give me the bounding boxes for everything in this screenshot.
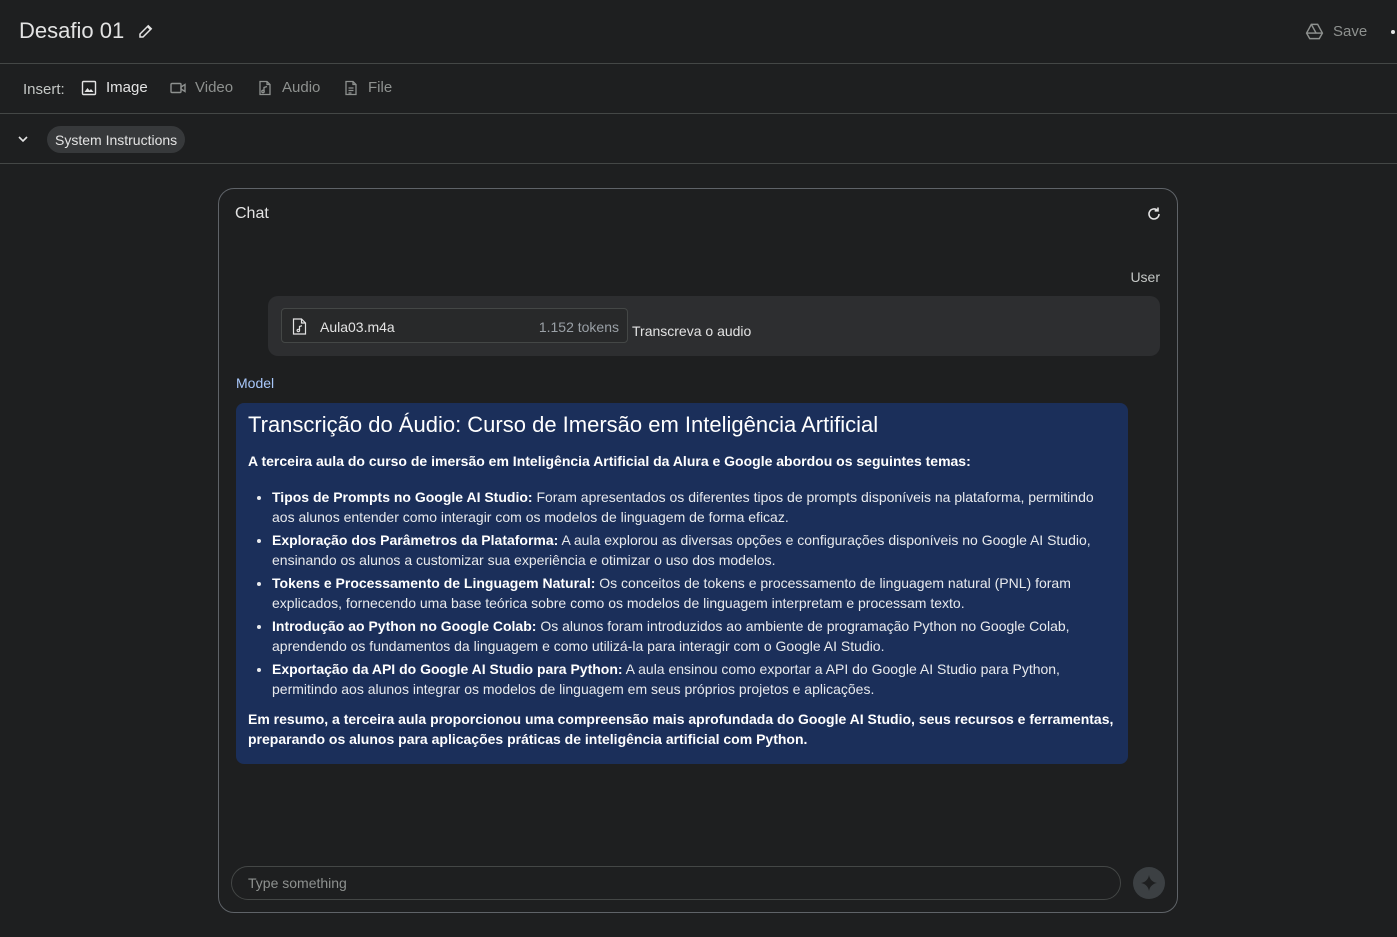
- response-intro: A terceira aula do curso de imersão em I…: [248, 453, 971, 469]
- chevron-down-icon[interactable]: [15, 131, 31, 147]
- insert-label: Insert:: [23, 81, 65, 98]
- model-response: Transcrição do Áudio: Curso de Imersão e…: [236, 403, 1128, 764]
- chat-input[interactable]: [231, 866, 1121, 900]
- save-button[interactable]: Save: [1305, 22, 1367, 41]
- list-item: Exploração dos Parâmetros da Plataforma:…: [272, 530, 1116, 570]
- sparkle-icon: [1141, 875, 1157, 891]
- list-item: Introdução ao Python no Google Colab: Os…: [272, 616, 1116, 656]
- prompt-title[interactable]: Desafio 01: [19, 18, 124, 44]
- attachment-tokens: 1.152 tokens: [538, 319, 619, 335]
- share-icon[interactable]: [1389, 26, 1397, 38]
- attachment-name: Aula03.m4a: [320, 319, 395, 335]
- insert-toolbar: Insert: Image Video Audio File: [0, 64, 1397, 114]
- drive-icon: [1305, 23, 1324, 40]
- user-role-label: User: [1130, 269, 1160, 285]
- model-role-label: Model: [236, 375, 275, 391]
- attachment-chip[interactable]: Aula03.m4a 1.152 tokens: [281, 308, 628, 343]
- insert-file-label: File: [368, 79, 393, 96]
- refresh-icon[interactable]: [1146, 206, 1162, 222]
- image-icon: [81, 80, 97, 95]
- chat-panel: Chat User Aula03.m4a 1.152 tokens Transc…: [218, 188, 1178, 913]
- insert-video-button[interactable]: Video: [170, 79, 233, 96]
- system-instructions-chip[interactable]: System Instructions: [47, 126, 186, 153]
- list-item: Tokens e Processamento de Linguagem Natu…: [272, 573, 1116, 613]
- insert-image-button[interactable]: Image: [81, 79, 148, 96]
- user-message: Aula03.m4a 1.152 tokens Transcreva o aud…: [268, 296, 1160, 356]
- insert-video-label: Video: [195, 79, 234, 96]
- audio-file-icon: [292, 318, 307, 335]
- response-list: Tipos de Prompts no Google AI Studio: Fo…: [248, 487, 1116, 699]
- insert-audio-label: Audio: [282, 79, 321, 96]
- insert-audio-button[interactable]: Audio: [257, 79, 320, 96]
- insert-image-label: Image: [106, 79, 148, 96]
- top-bar: Desafio 01 Save: [0, 0, 1397, 64]
- pencil-icon[interactable]: [137, 22, 155, 40]
- response-heading: Transcrição do Áudio: Curso de Imersão e…: [248, 412, 879, 437]
- audio-file-icon: [259, 80, 271, 95]
- insert-file-button[interactable]: File: [343, 79, 392, 96]
- save-label: Save: [1333, 23, 1368, 40]
- list-item: Exportação da API do Google AI Studio pa…: [272, 659, 1116, 699]
- user-message-text: Transcreva o audio: [632, 323, 752, 339]
- chat-title: Chat: [235, 205, 269, 222]
- file-icon: [345, 80, 357, 95]
- response-summary: Em resumo, a terceira aula proporcionou …: [248, 711, 1114, 747]
- system-instructions-bar: System Instructions: [0, 114, 1397, 164]
- run-button[interactable]: [1133, 867, 1165, 899]
- list-item: Tipos de Prompts no Google AI Studio: Fo…: [272, 487, 1116, 527]
- video-icon: [170, 82, 186, 93]
